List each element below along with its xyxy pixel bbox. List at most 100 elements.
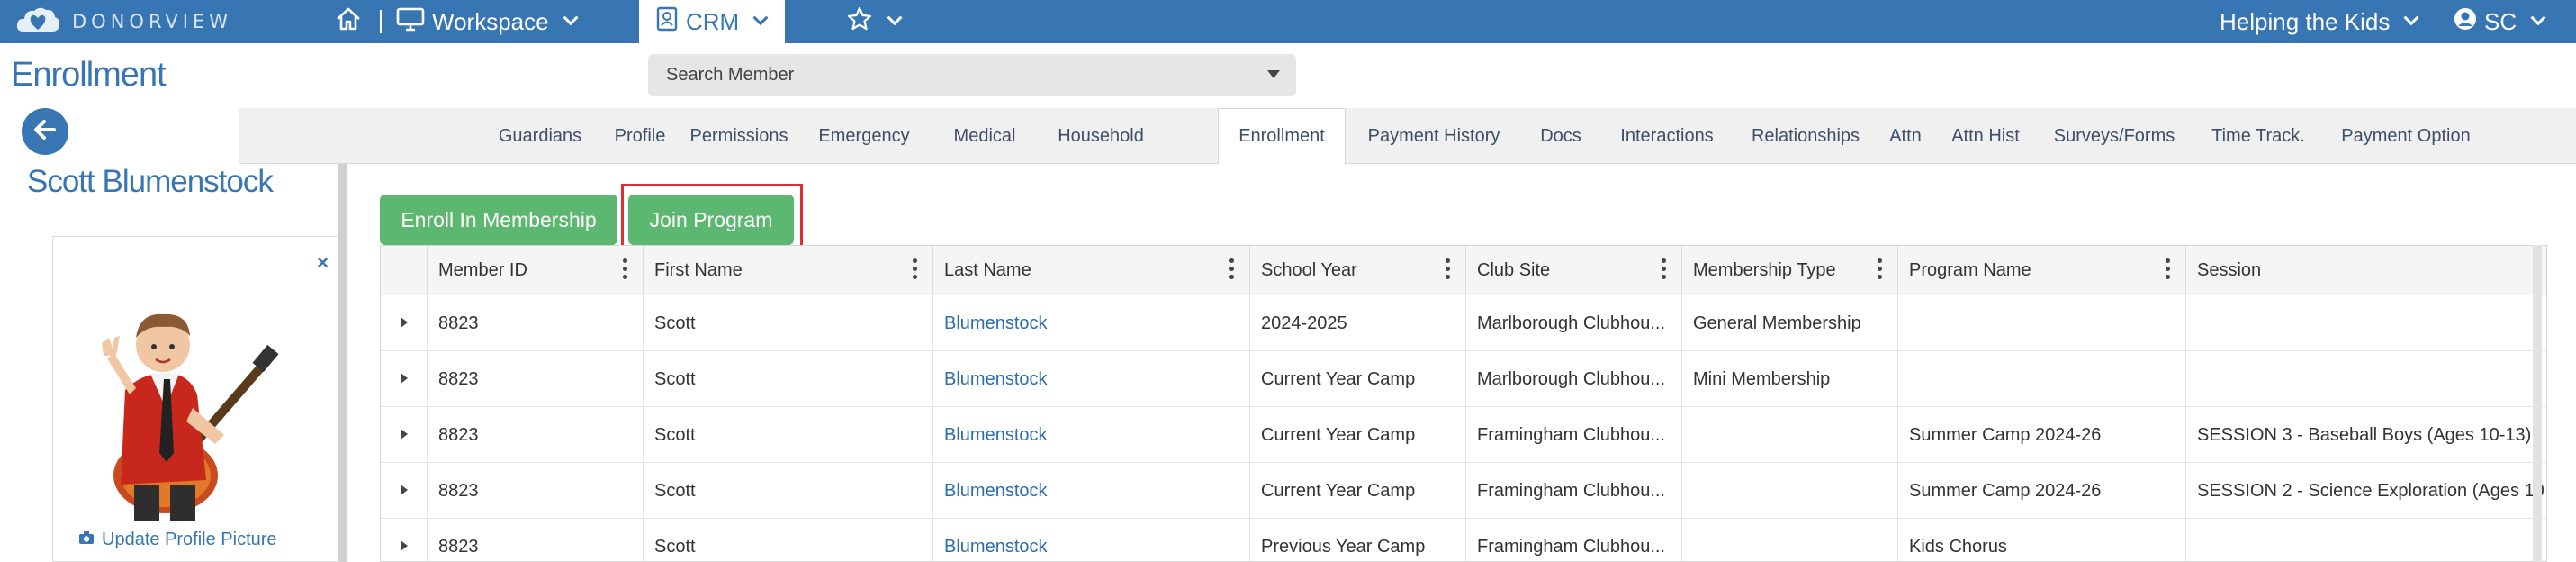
cell-first-name: Scott (644, 295, 933, 351)
table-row[interactable]: 8823 Scott Blumenstock Current Year Camp… (381, 351, 2546, 407)
tab-docs[interactable]: Docs (1522, 108, 1599, 164)
favorites-menu[interactable] (846, 0, 903, 43)
tab-attn-hist[interactable]: Attn Hist (1934, 108, 2037, 164)
row-expand-icon[interactable] (381, 295, 428, 351)
cell-school-year: 2024-2025 (1250, 295, 1466, 351)
tab-enrollment[interactable]: Enrollment (1218, 108, 1346, 165)
tab-attn[interactable]: Attn (1877, 108, 1934, 164)
update-profile-picture-link[interactable]: Update Profile Picture (78, 530, 277, 550)
enroll-in-membership-button[interactable]: Enroll In Membership (380, 195, 617, 245)
cell-membership-type: General Membership (1682, 295, 1898, 351)
column-header-label: Last Name (944, 260, 1031, 280)
tab-relationships[interactable]: Relationships (1734, 108, 1877, 164)
enrollment-grid: Member ID First Name Last Name School Ye… (380, 245, 2547, 562)
row-expand-icon[interactable] (381, 519, 428, 561)
column-header-label: Session (2197, 260, 2262, 280)
cell-session: SESSION 2 - Science Exploration (Ages 10 (2197, 480, 2544, 501)
table-row[interactable]: 8823 Scott Blumenstock Current Year Camp… (381, 407, 2546, 463)
cell-first-name: Scott (644, 407, 933, 463)
cell-last-name-link[interactable]: Blumenstock (933, 407, 1250, 463)
profile-picture (80, 273, 296, 521)
table-row[interactable]: 8823 Scott Blumenstock Previous Year Cam… (381, 519, 2546, 561)
profile-picture-card: × Update Profile Picture (52, 236, 340, 562)
brand-logo[interactable]: DONORVIEW (14, 5, 232, 38)
update-profile-picture-label: Update Profile Picture (102, 530, 277, 549)
tab-profile[interactable]: Profile (599, 108, 681, 164)
row-expand-icon[interactable] (381, 463, 428, 519)
tab-guardians[interactable]: Guardians (482, 108, 599, 164)
column-header-label: Club Site (1477, 260, 1551, 280)
chevron-down-icon (563, 10, 579, 26)
column-menu-icon[interactable] (913, 258, 918, 279)
header-expander-cell (381, 246, 428, 295)
cell-first-name: Scott (644, 351, 933, 407)
page-title: Enrollment (11, 56, 167, 94)
crm-menu[interactable]: CRM (639, 0, 785, 43)
chevron-down-icon (2403, 10, 2419, 26)
cell-last-name-link[interactable]: Blumenstock (933, 519, 1250, 561)
member-search-select[interactable] (648, 54, 1296, 96)
dropdown-caret-icon[interactable] (1267, 70, 1280, 78)
top-navigation-bar: DONORVIEW Workspace CRM Helping the Kids (0, 0, 2576, 43)
column-header-school-year[interactable]: School Year (1250, 246, 1466, 295)
cell-session (2186, 351, 2546, 407)
column-header-program-name[interactable]: Program Name (1898, 246, 2186, 295)
row-expand-icon[interactable] (381, 407, 428, 463)
user-menu[interactable]: SC (2454, 0, 2546, 43)
monitor-icon (396, 6, 425, 38)
workspace-label: Workspace (432, 7, 549, 35)
column-header-session[interactable]: Session (2186, 246, 2546, 295)
profile-panel-scrollbar[interactable] (338, 164, 347, 562)
column-header-membership-type[interactable]: Membership Type (1682, 246, 1898, 295)
tab-emergency[interactable]: Emergency (797, 108, 932, 164)
column-menu-icon[interactable] (2166, 258, 2171, 279)
cell-school-year: Previous Year Camp (1250, 519, 1466, 561)
crm-contact-icon (655, 5, 679, 39)
column-header-label: Program Name (1909, 260, 2031, 280)
column-header-first-name[interactable]: First Name (644, 246, 933, 295)
workspace-menu[interactable]: Workspace (396, 0, 579, 43)
row-expand-icon[interactable] (381, 351, 428, 407)
brand-name: DONORVIEW (72, 11, 232, 32)
home-link[interactable] (335, 0, 392, 43)
cell-last-name-link[interactable]: Blumenstock (933, 351, 1250, 407)
column-header-label: First Name (654, 260, 743, 280)
tab-time-track[interactable]: Time Track. (2192, 108, 2325, 164)
tab-surveys-forms[interactable]: Surveys/Forms (2037, 108, 2192, 164)
cell-first-name: Scott (644, 519, 933, 561)
column-header-club-site[interactable]: Club Site (1466, 246, 1682, 295)
member-search-input[interactable] (648, 54, 1296, 96)
cell-school-year: Current Year Camp (1250, 351, 1466, 407)
column-menu-icon[interactable] (1446, 258, 1451, 279)
tab-household[interactable]: Household (1038, 108, 1164, 164)
column-header-member-id[interactable]: Member ID (428, 246, 644, 295)
column-menu-icon[interactable] (623, 258, 628, 279)
cell-program-name (1898, 351, 2186, 407)
close-icon[interactable]: × (317, 251, 329, 275)
column-menu-icon[interactable] (1878, 258, 1883, 279)
tab-payment-option[interactable]: Payment Option (2325, 108, 2487, 164)
tab-payment-history[interactable]: Payment History (1346, 108, 1522, 164)
column-menu-icon[interactable] (1229, 258, 1235, 279)
table-row[interactable]: 8823 Scott Blumenstock Current Year Camp… (381, 463, 2546, 519)
cell-last-name-link[interactable]: Blumenstock (933, 295, 1250, 351)
cell-first-name: Scott (644, 463, 933, 519)
chevron-down-icon (2530, 10, 2546, 26)
cell-school-year: Current Year Camp (1250, 463, 1466, 519)
cell-club-site: Framingham Clubhou... (1466, 519, 1682, 561)
cell-program-name: Kids Chorus (1898, 519, 2186, 561)
cell-last-name-link[interactable]: Blumenstock (933, 463, 1250, 519)
cell-member-id: 8823 (428, 351, 644, 407)
grid-scrollbar[interactable] (2533, 245, 2542, 562)
column-header-last-name[interactable]: Last Name (933, 246, 1250, 295)
tab-medical[interactable]: Medical (932, 108, 1038, 164)
table-row[interactable]: 8823 Scott Blumenstock 2024-2025 Marlbor… (381, 295, 2546, 351)
back-button[interactable] (22, 108, 68, 155)
organization-menu[interactable]: Helping the Kids (2220, 0, 2419, 43)
member-tabs: Guardians Profile Permissions Emergency … (239, 108, 2576, 165)
cell-membership-type (1682, 463, 1898, 519)
tab-permissions[interactable]: Permissions (681, 108, 797, 164)
column-menu-icon[interactable] (1662, 258, 1667, 279)
tab-interactions[interactable]: Interactions (1599, 108, 1734, 164)
chevron-down-icon (887, 10, 903, 26)
